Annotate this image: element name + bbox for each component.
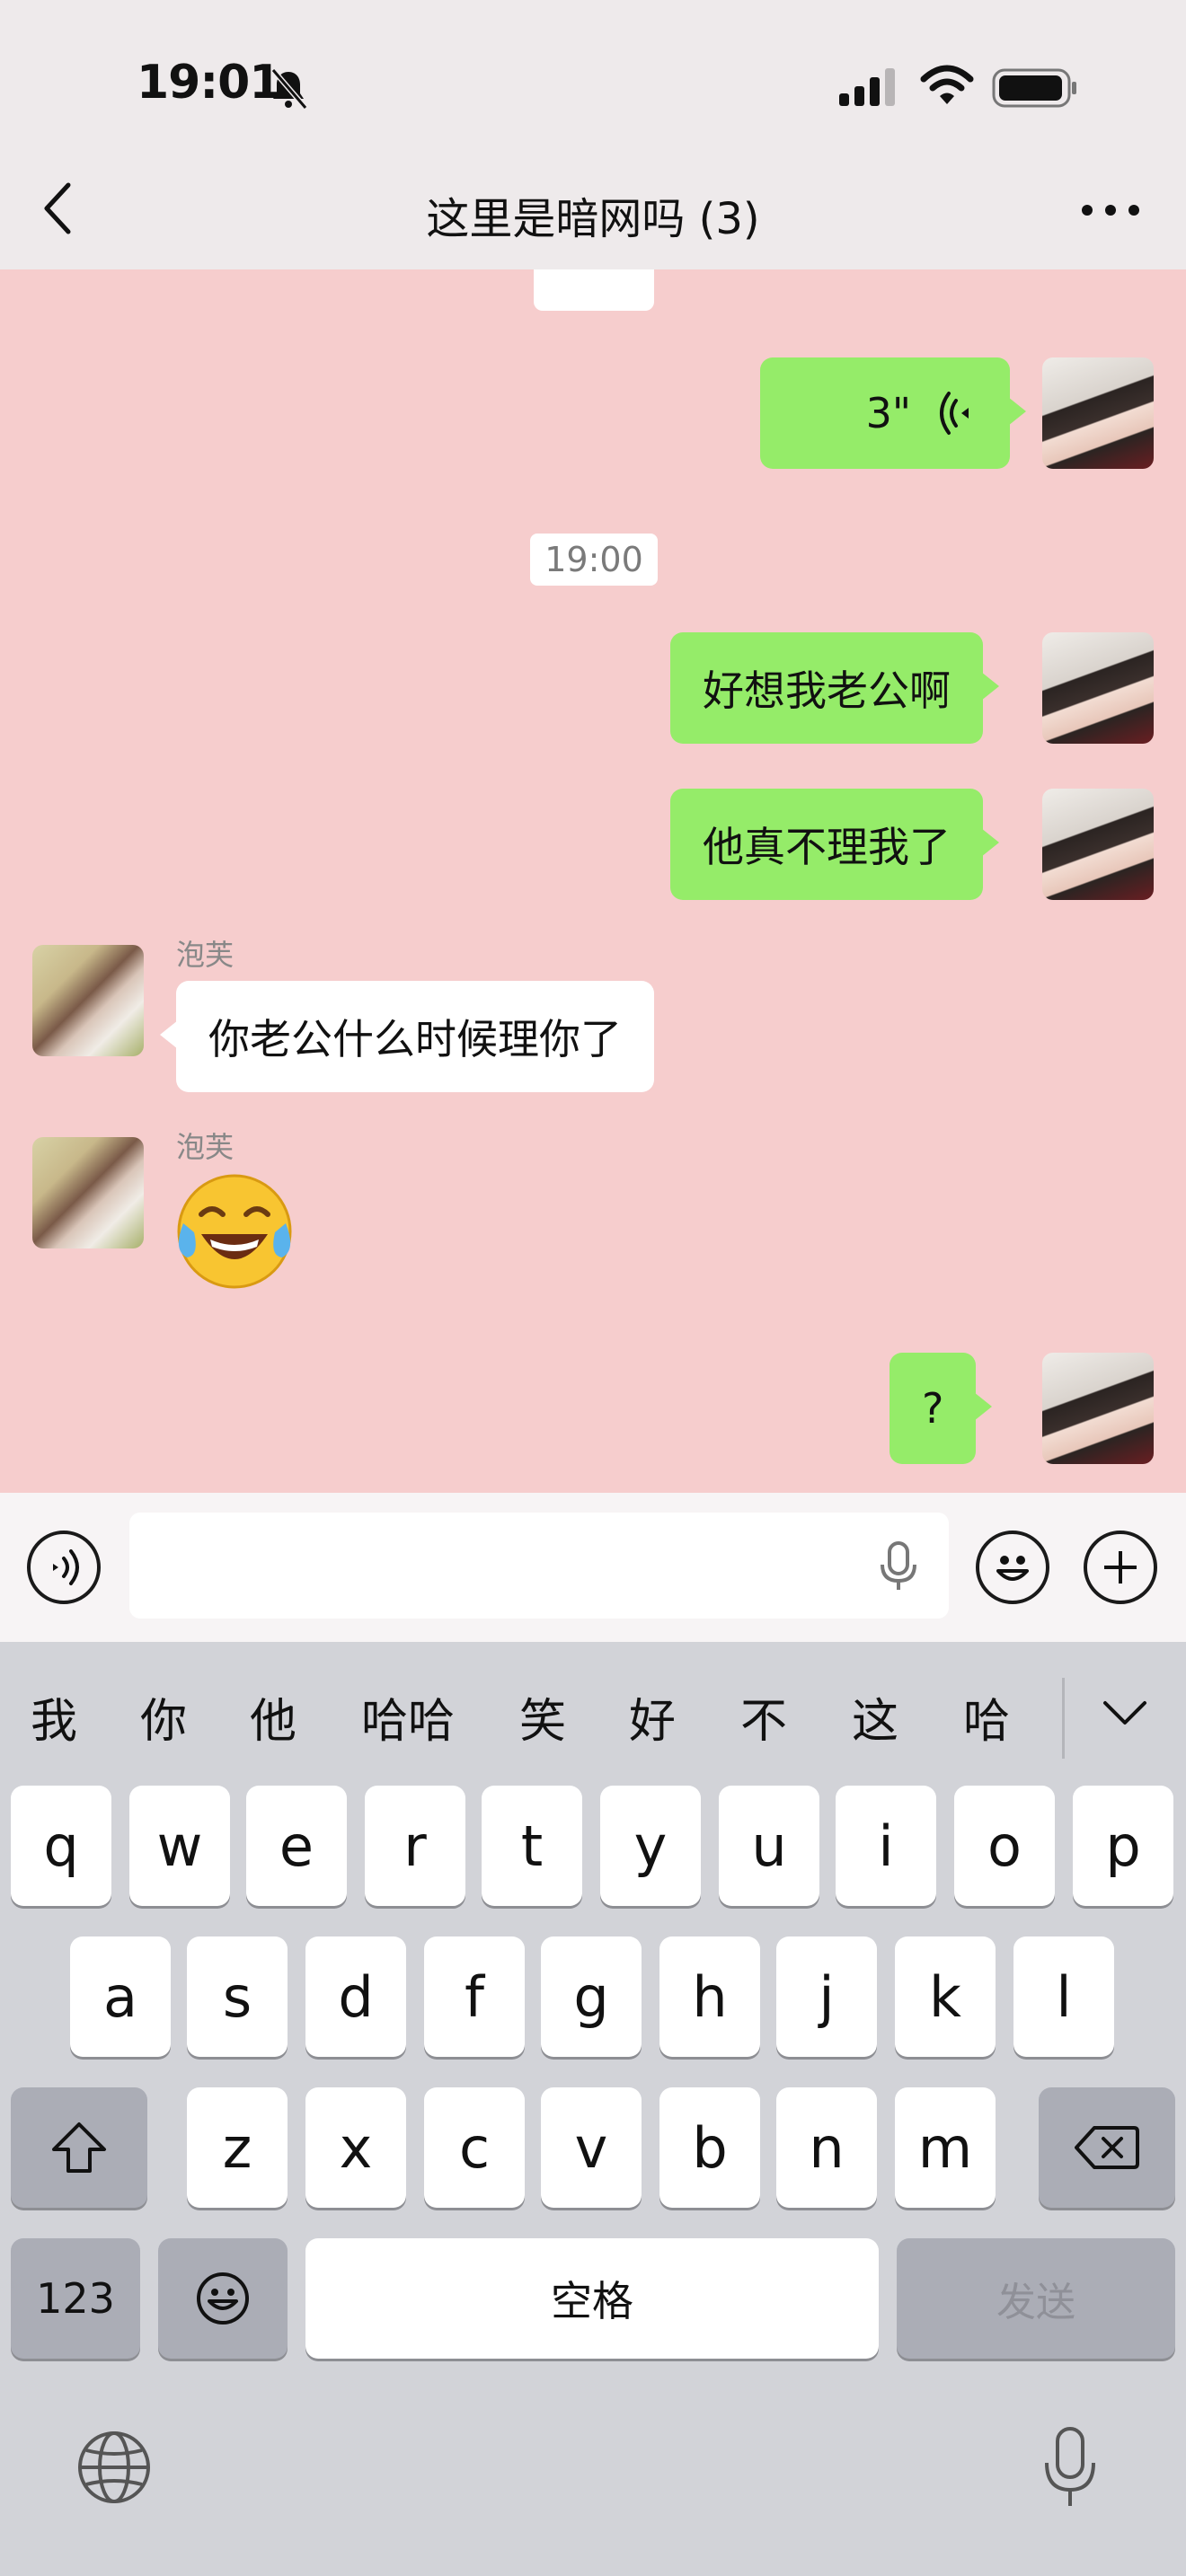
key-h[interactable]: h [659,1936,760,2057]
microphone-icon[interactable] [879,1541,918,1592]
sender-name: 泡芙 [176,1130,235,1164]
send-key[interactable]: 发送 [897,2238,1175,2359]
my-message-bubble[interactable]: ? [890,1353,993,1464]
key-n[interactable]: n [776,2087,877,2208]
key-b[interactable]: b [659,2087,760,2208]
voice-duration: 3" [865,389,911,437]
my-avatar[interactable] [1042,357,1154,469]
candidate-word[interactable]: 哈 [963,1683,1010,1751]
sender-name: 泡芙 [176,938,235,972]
message-timestamp: 19:00 [530,534,658,586]
key-c[interactable]: c [424,2087,525,2208]
wifi-icon [920,65,974,104]
voice-message-bubble[interactable]: 3" [760,357,1026,469]
key-s[interactable]: s [187,1936,288,2057]
dictation-microphone-icon[interactable] [1042,2425,1098,2511]
cellular-signal-icon [839,68,895,106]
candidate-word[interactable]: 不 [740,1683,787,1751]
key-o[interactable]: o [954,1786,1055,1906]
my-avatar[interactable] [1042,632,1154,744]
my-message-bubble[interactable]: 好想我老公啊 [670,632,999,744]
key-p[interactable]: p [1073,1786,1173,1906]
my-avatar[interactable] [1042,789,1154,900]
my-avatar[interactable] [1042,1353,1154,1464]
voice-wave-icon [940,392,969,435]
smiley-icon [197,2272,249,2325]
sender-avatar[interactable] [32,945,144,1056]
key-q[interactable]: q [11,1786,111,1906]
candidate-word[interactable]: 你 [140,1683,187,1751]
key-m[interactable]: m [895,2087,996,2208]
received-message-bubble[interactable]: 你老公什么时候理你了 [160,981,654,1092]
candidate-word[interactable]: 哈哈 [361,1683,455,1751]
key-z[interactable]: z [187,2087,288,2208]
key-k[interactable]: k [895,1936,996,2057]
keyboard: 我 你 他 哈哈 笑 好 不 这 哈 q w e r t y u i o p a… [0,1642,1186,2576]
numbers-key[interactable]: 123 [11,2238,140,2359]
shift-key[interactable] [11,2087,147,2208]
message-input-bar [0,1493,1186,1642]
emoji-button[interactable] [976,1531,1049,1604]
key-y[interactable]: y [600,1786,701,1906]
candidate-divider [1062,1678,1065,1759]
key-j[interactable]: j [776,1936,877,2057]
key-r[interactable]: r [365,1786,465,1906]
key-a[interactable]: a [70,1936,171,2057]
key-d[interactable]: d [305,1936,406,2057]
key-l[interactable]: l [1013,1936,1114,2057]
status-time: 19:01 [137,56,282,110]
key-t[interactable]: t [482,1786,582,1906]
candidate-bar: 我 你 他 哈哈 笑 好 不 这 哈 [0,1642,1186,1786]
key-i[interactable]: i [836,1786,936,1906]
voice-input-button[interactable] [27,1531,101,1604]
add-attachment-button[interactable] [1084,1531,1157,1604]
candidate-word[interactable]: 他 [250,1683,296,1751]
sender-avatar[interactable] [32,1137,144,1248]
plus-icon [1104,1551,1137,1584]
candidate-word[interactable]: 我 [31,1683,77,1751]
backspace-key[interactable] [1039,2087,1175,2208]
chevron-down-icon[interactable] [1102,1698,1148,1730]
backspace-icon [1075,2126,1139,2169]
key-v[interactable]: v [541,2087,642,2208]
key-u[interactable]: u [719,1786,819,1906]
emoji-key[interactable] [158,2238,288,2359]
tears-of-joy-emoji-icon[interactable] [171,1168,298,1295]
message-input[interactable] [129,1513,949,1619]
battery-icon [992,68,1076,108]
globe-icon[interactable] [75,2429,153,2506]
key-w[interactable]: w [129,1786,230,1906]
message-bubble-partial[interactable] [534,269,654,311]
chat-title: 这里是暗网吗 (3) [426,194,760,244]
voice-wave-icon [53,1549,79,1585]
candidate-word[interactable]: 好 [629,1683,676,1751]
smiley-icon [996,1556,1029,1581]
candidate-word[interactable]: 笑 [519,1683,566,1751]
my-message-bubble[interactable]: 他真不理我了 [670,789,999,900]
candidate-word[interactable]: 这 [852,1683,898,1751]
top-bar: 19:01 这里是暗网吗 (3) [0,0,1186,269]
space-key[interactable]: 空格 [305,2238,879,2359]
key-x[interactable]: x [305,2087,406,2208]
chat-area[interactable]: 3" 19:00 好想我老公啊 他真不理我了 泡芙 你老公什么时候理你了 泡芙 … [0,269,1186,1493]
shift-arrow-icon [52,2122,106,2173]
key-g[interactable]: g [541,1936,642,2057]
key-f[interactable]: f [424,1936,525,2057]
more-options-icon[interactable] [1075,192,1146,228]
key-e[interactable]: e [246,1786,347,1906]
bell-muted-icon [270,68,308,110]
